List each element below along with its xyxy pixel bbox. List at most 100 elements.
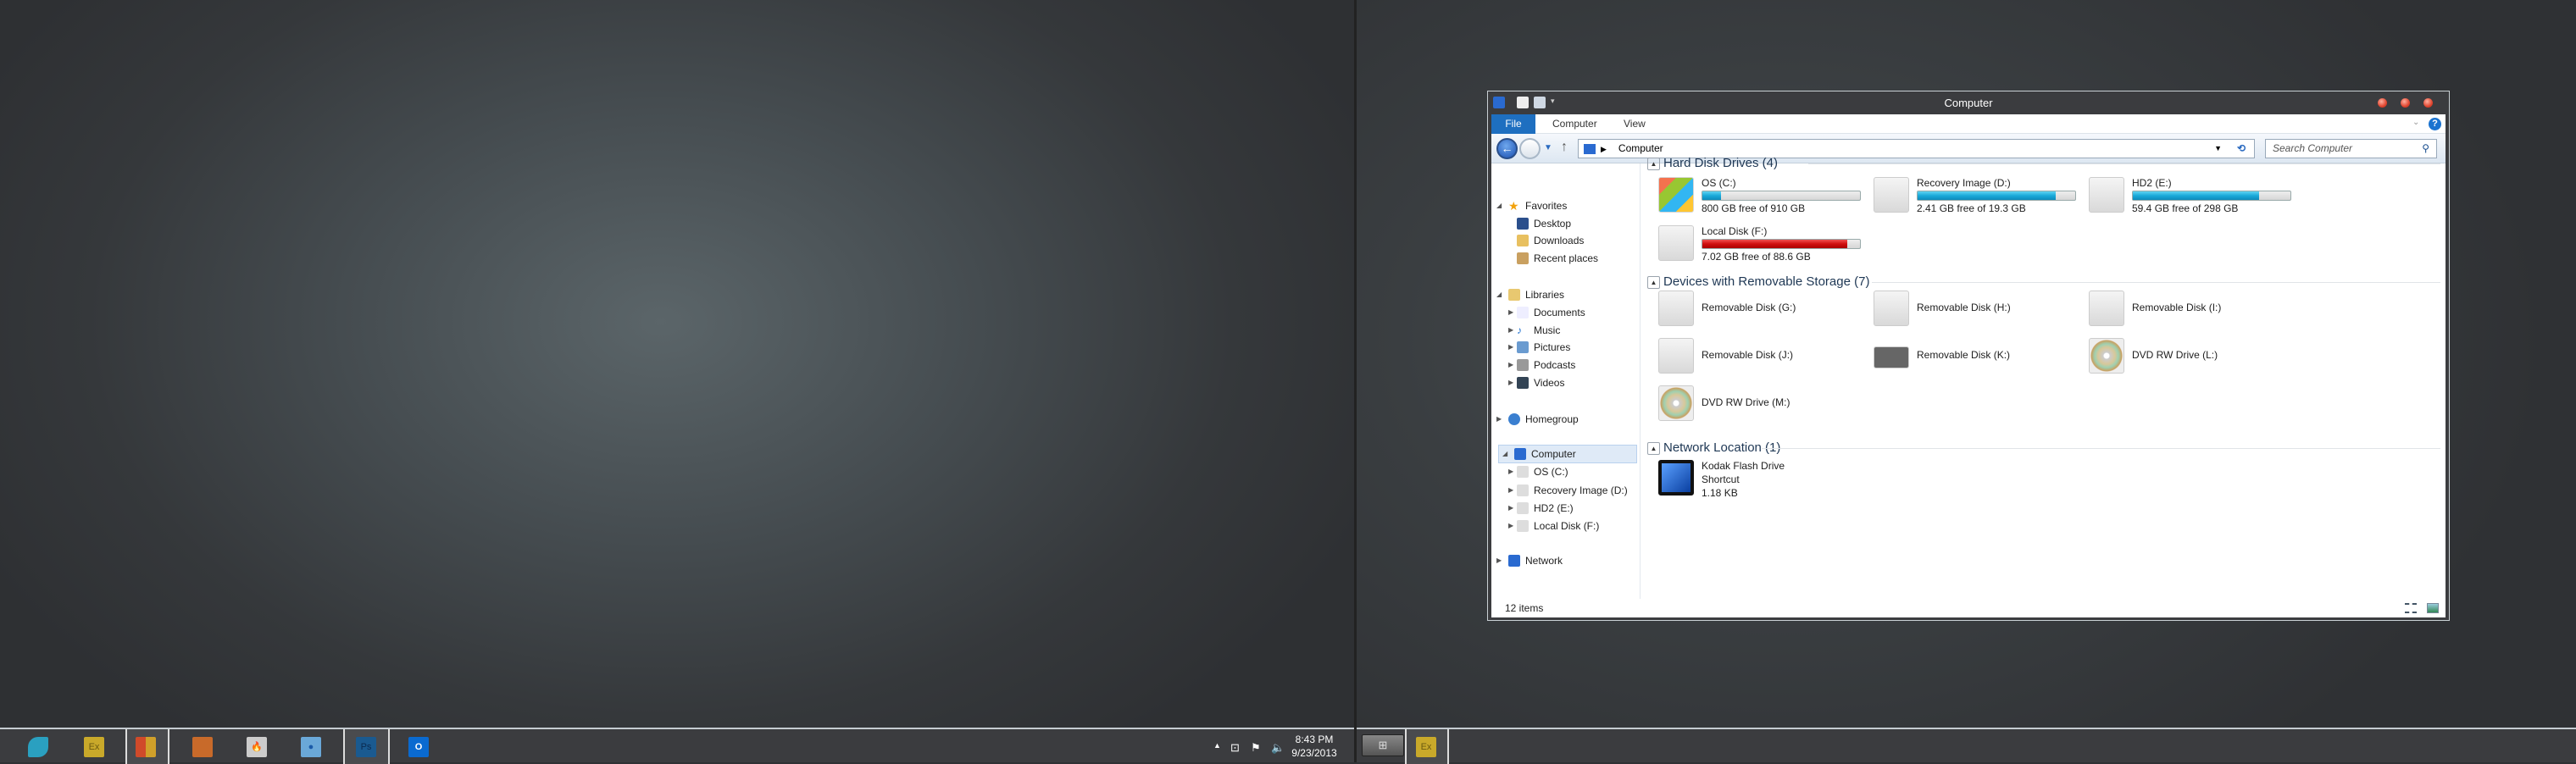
- eject-drive-icon: [1658, 338, 1694, 374]
- hard-drive-icon: [1874, 177, 1909, 213]
- drive-item[interactable]: Recovery Image (D:) 2.41 GB free of 19.3 …: [1874, 177, 2085, 214]
- burn-app-icon[interactable]: 🔥: [247, 737, 267, 757]
- dvd-drive-item[interactable]: DVD RW Drive (M:): [1658, 385, 1870, 423]
- nav-computer[interactable]: ◢ Computer: [1498, 445, 1637, 463]
- hard-drive-icon: [1658, 225, 1694, 261]
- collapse-icon: ▲: [1647, 157, 1660, 170]
- computer-icon: [1584, 143, 1596, 154]
- water-drop-icon[interactable]: ●: [301, 737, 321, 757]
- drive-item[interactable]: HD2 (E:) 59.4 GB free of 298 GB: [2089, 177, 2301, 214]
- title-bar[interactable]: ▾ Computer: [1488, 91, 2449, 114]
- nav-hd2-e[interactable]: ▶ HD2 (E:): [1508, 500, 1574, 517]
- nav-recovery-d[interactable]: ▶ Recovery Image (D:): [1508, 482, 1628, 499]
- breadcrumb-arrow-icon[interactable]: ▶: [1601, 145, 1607, 153]
- taskbar-left: Ex 🔥 ● Ps O ▲ ⊡ ⚑ 🔈 8:43 PM 9/23/2013: [0, 728, 1354, 764]
- drive-item[interactable]: Local Disk (F:) 7.02 GB free of 88.6 GB: [1658, 225, 1870, 263]
- volume-icon[interactable]: 🔈: [1271, 741, 1285, 755]
- capacity-fill: [2133, 191, 2259, 200]
- maximize-button[interactable]: [2401, 98, 2410, 108]
- nav-desktop[interactable]: Desktop: [1517, 215, 1571, 232]
- internet-explorer-icon[interactable]: [28, 737, 48, 757]
- details-view-icon[interactable]: [2405, 603, 2417, 613]
- nav-music[interactable]: ▶ ♪ Music: [1508, 322, 1560, 339]
- outlook-icon[interactable]: O: [408, 737, 429, 757]
- large-icons-view-icon[interactable]: [2427, 603, 2439, 613]
- windows-store-icon[interactable]: [136, 737, 156, 757]
- nav-downloads[interactable]: Downloads: [1517, 232, 1584, 249]
- forward-button[interactable]: [1519, 138, 1541, 159]
- nav-recent-places[interactable]: Recent places: [1517, 250, 1598, 267]
- section-hard-disk-drives[interactable]: ▲ Hard Disk Drives (4): [1647, 155, 2440, 172]
- help-icon[interactable]: ?: [2429, 118, 2441, 130]
- section-network-location[interactable]: ▲ Network Location (1): [1647, 440, 2440, 457]
- nav-network[interactable]: ▶ Network: [1496, 552, 1563, 569]
- tab-file[interactable]: File: [1491, 114, 1535, 134]
- nav-videos[interactable]: ▶ Videos: [1508, 374, 1564, 391]
- removable-disk-item[interactable]: Removable Disk (G:): [1658, 291, 1870, 328]
- nav-pictures[interactable]: ▶ Pictures: [1508, 339, 1570, 356]
- removable-disk-item[interactable]: Removable Disk (J:): [1658, 338, 1870, 375]
- expression-web-icon[interactable]: Ex: [1416, 737, 1436, 757]
- status-bar: 12 items: [1491, 599, 2446, 617]
- minimize-button[interactable]: [2378, 98, 2387, 108]
- taskbar-right: ⊞ Ex: [1357, 728, 2576, 764]
- nav-local-disk-f[interactable]: ▶ Local Disk (F:): [1508, 518, 1599, 534]
- window-title: Computer: [1944, 97, 1993, 109]
- back-button[interactable]: ←: [1496, 138, 1518, 159]
- eject-drive-icon: [1874, 291, 1909, 326]
- nav-podcasts[interactable]: ▶ Podcasts: [1508, 357, 1575, 374]
- search-placeholder: Search Computer: [2273, 142, 2353, 154]
- windows-drive-icon: [1658, 177, 1694, 213]
- capacity-fill: [1702, 191, 1722, 200]
- nav-favorites[interactable]: ◢ ★ Favorites: [1496, 197, 1567, 214]
- close-button[interactable]: [2423, 98, 2433, 108]
- capacity-fill: [1702, 240, 1848, 248]
- action-center-flag-icon[interactable]: ⚑: [1251, 741, 1261, 755]
- dvd-drive-item[interactable]: DVD RW Drive (L:): [2089, 338, 2301, 375]
- network-location-item[interactable]: Kodak Flash Drive Shortcut 1.18 KB: [1658, 460, 1870, 502]
- eject-drive-icon: [2089, 291, 2124, 326]
- removable-disk-item[interactable]: Removable Disk (I:): [2089, 291, 2301, 328]
- monitor-shortcut-icon: [1658, 460, 1694, 495]
- explorer-window: ▾ Computer File Computer View ⌄ ? ← ▼ ↑ …: [1487, 91, 2450, 621]
- nav-libraries[interactable]: ◢ Libraries: [1496, 286, 1564, 303]
- start-button[interactable]: ⊞: [1362, 734, 1404, 756]
- capacity-bar: [1702, 239, 1861, 249]
- capacity-bar: [1917, 191, 2076, 201]
- removable-disk-item[interactable]: Removable Disk (H:): [1874, 291, 2085, 328]
- media-player-icon[interactable]: [192, 737, 213, 757]
- section-removable-storage[interactable]: ▲ Devices with Removable Storage (7): [1647, 274, 2440, 291]
- photoshop-icon[interactable]: Ps: [356, 737, 376, 757]
- eject-drive-icon: [1658, 291, 1694, 326]
- recent-locations-dropdown[interactable]: ▼: [1544, 143, 1552, 152]
- network-tray-icon[interactable]: ⊡: [1230, 741, 1240, 755]
- address-path: Computer: [1618, 142, 1663, 154]
- tab-computer[interactable]: Computer: [1544, 114, 1606, 134]
- content-pane: ▲ Hard Disk Drives (4) OS (C:) 800 GB free…: [1641, 156, 2446, 599]
- drive-item[interactable]: OS (C:) 800 GB free of 910 GB: [1658, 177, 1870, 214]
- show-hidden-icons-icon[interactable]: ▲: [1213, 741, 1221, 750]
- nav-homegroup[interactable]: ▶ Homegroup: [1496, 411, 1579, 428]
- printer-icon: [1874, 346, 1909, 368]
- monitor-divider: [1354, 0, 1357, 762]
- nav-documents[interactable]: ▶ Documents: [1508, 304, 1585, 321]
- desktop-wallpaper-left: [0, 0, 1354, 728]
- capacity-fill: [1918, 191, 2056, 200]
- navigation-pane: ◢ ★ Favorites Desktop Downloads Recent pla…: [1491, 163, 1641, 599]
- removable-disk-item[interactable]: Removable Disk (K:): [1874, 338, 2085, 375]
- shared-hard-drive-icon: [2089, 177, 2124, 213]
- expression-web-icon[interactable]: Ex: [84, 737, 104, 757]
- collapse-icon: ▲: [1647, 441, 1660, 455]
- ribbon-tabs: File Computer View ⌄ ?: [1491, 114, 2446, 134]
- collapse-icon: ▲: [1647, 275, 1660, 289]
- capacity-bar: [2132, 191, 2291, 201]
- expand-ribbon-icon[interactable]: ⌄: [2412, 118, 2419, 127]
- clock[interactable]: 8:43 PM 9/23/2013: [1288, 733, 1341, 760]
- capacity-bar: [1702, 191, 1861, 201]
- up-arrow-icon[interactable]: ↑: [1561, 140, 1568, 155]
- item-count: 12 items: [1505, 602, 1544, 614]
- dvd-icon: [2089, 338, 2124, 374]
- tab-view[interactable]: View: [1615, 114, 1654, 134]
- dvd-icon: [1658, 385, 1694, 421]
- nav-os-c[interactable]: ▶ OS (C:): [1508, 463, 1568, 480]
